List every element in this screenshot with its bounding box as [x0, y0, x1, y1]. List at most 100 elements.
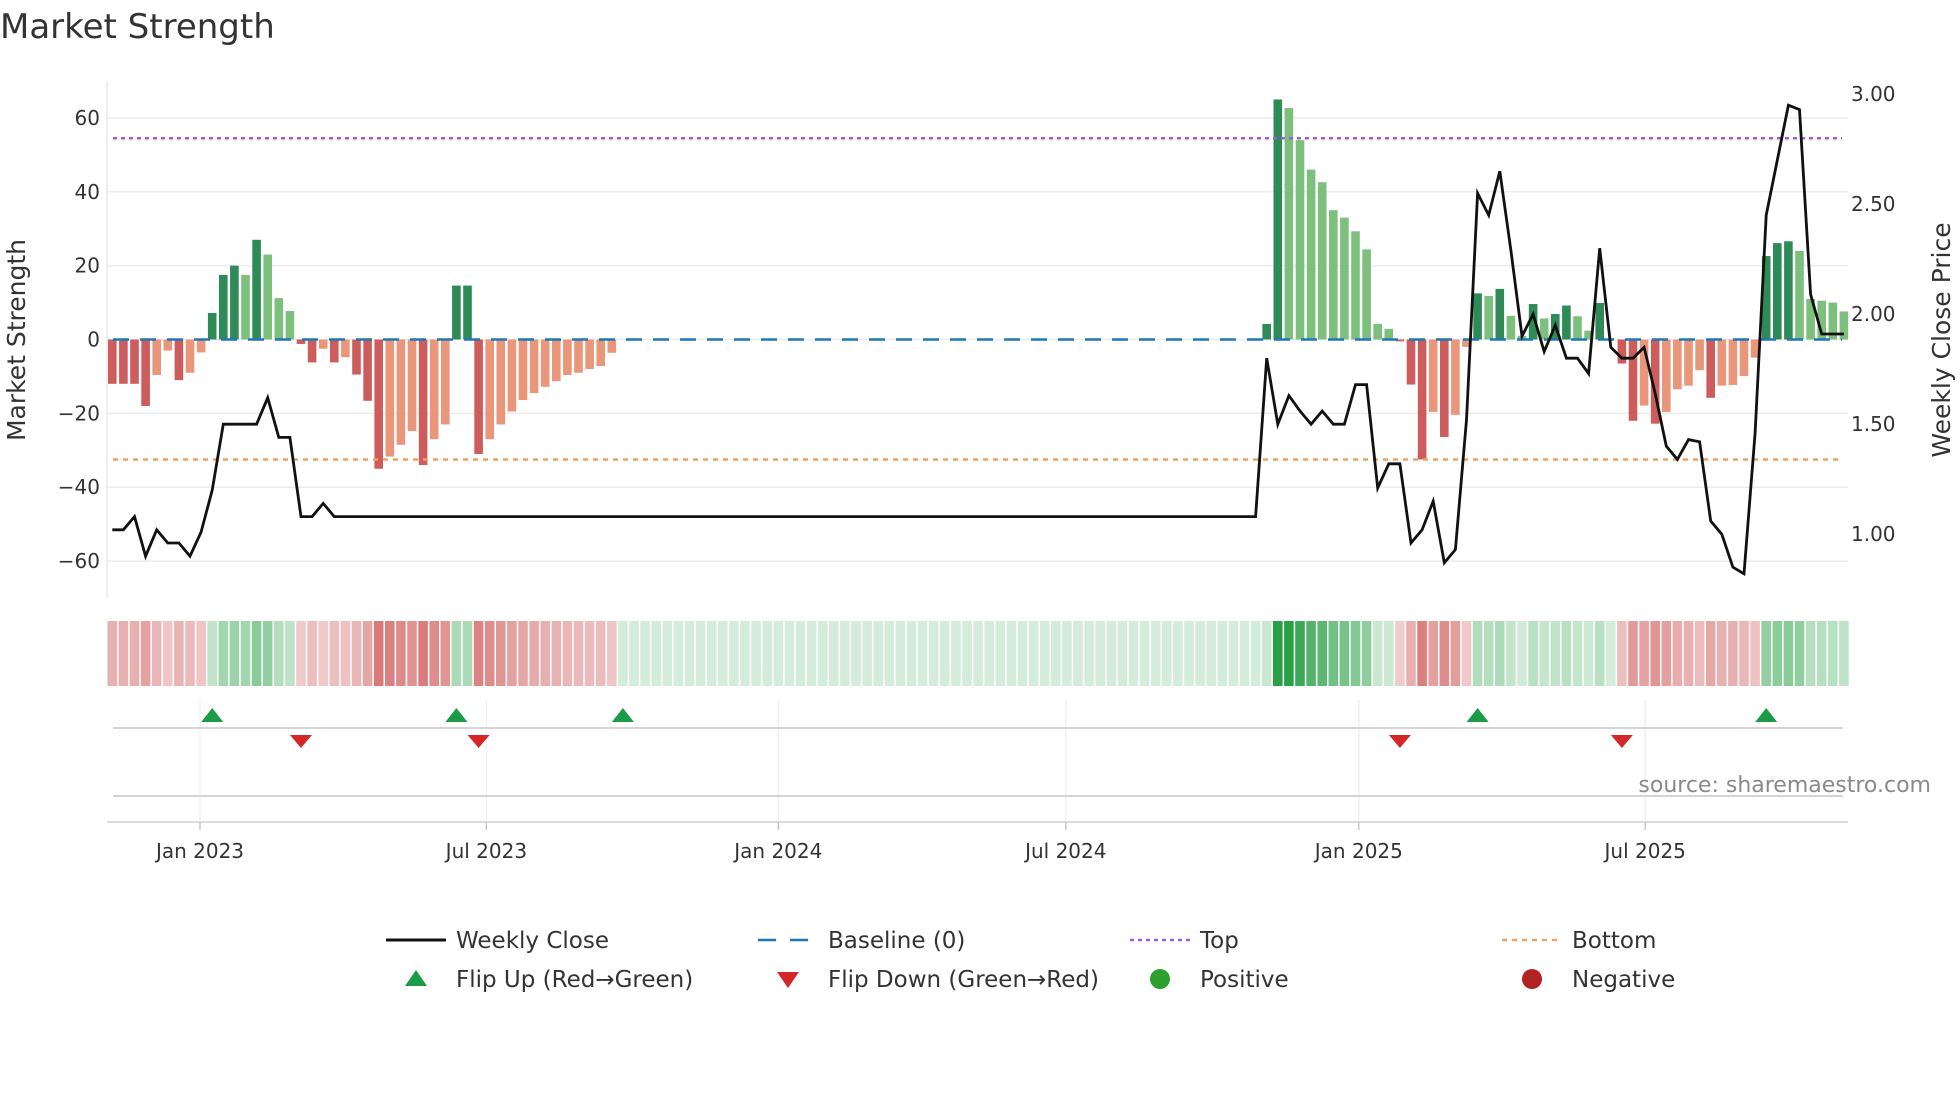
- heat-cell: [1805, 621, 1816, 686]
- heat-cell: [1128, 621, 1139, 686]
- heat-cell: [163, 621, 173, 686]
- heat-cell: [440, 621, 451, 686]
- strength-heat-strip: [107, 621, 1849, 686]
- strength-bar: [330, 339, 339, 363]
- legend-label: Flip Up (Red→Green): [456, 967, 693, 993]
- strength-bar: [1739, 339, 1749, 377]
- y-tick-label: 20: [75, 254, 100, 278]
- heat-cell: [1772, 621, 1783, 686]
- legend-item: Flip Down (Green→Red): [777, 967, 1099, 993]
- strength-bar: [1295, 140, 1305, 340]
- strength-bar: [540, 339, 550, 387]
- strength-bar: [196, 339, 206, 353]
- legend-label: Positive: [1200, 967, 1289, 993]
- market-strength-chart: Market Strength 60 40 20 0 −20 −40 −60 3.00 2.50…: [0, 7, 1956, 993]
- strength-bar: [1362, 249, 1371, 340]
- y2-tick-label: 1.50: [1851, 412, 1896, 436]
- strength-bar: [341, 339, 350, 358]
- heat-cell: [695, 621, 706, 686]
- strength-bar: [1695, 339, 1704, 371]
- heat-cell: [185, 621, 195, 686]
- legend-item: Baseline (0): [758, 928, 965, 954]
- heat-cell: [1173, 621, 1183, 686]
- heat-cell: [1539, 621, 1549, 686]
- strength-bar: [585, 339, 594, 370]
- heat-cell: [1683, 621, 1694, 686]
- strength-bar: [529, 339, 539, 394]
- heat-cell: [962, 621, 972, 686]
- strength-bar: [141, 339, 150, 406]
- strength-bar: [574, 339, 583, 373]
- heat-cell: [1273, 621, 1283, 686]
- heat-cell: [1361, 621, 1372, 686]
- heat-cell: [1139, 621, 1150, 686]
- strength-bar: [1617, 339, 1627, 364]
- flip-markers-panel: [113, 708, 1843, 797]
- heat-cell: [895, 621, 906, 686]
- flip-down-marker: [290, 735, 312, 748]
- heat-cell: [1461, 621, 1472, 686]
- heat-cell: [618, 621, 628, 686]
- heat-cell: [1195, 621, 1205, 686]
- y-tick-label: −20: [58, 401, 100, 425]
- heat-cell: [862, 621, 872, 686]
- heat-cell: [318, 621, 328, 686]
- heat-cell: [1228, 621, 1239, 686]
- strength-bar: [1417, 339, 1427, 460]
- strength-bar: [374, 339, 383, 469]
- legend-item: Negative: [1522, 967, 1675, 993]
- strength-bar: [1773, 243, 1782, 340]
- heat-cell: [1694, 621, 1705, 686]
- heat-cell: [1217, 621, 1228, 686]
- heat-cell: [762, 621, 772, 686]
- flip-up-marker: [1466, 708, 1489, 722]
- heat-cell: [373, 621, 384, 686]
- heat-cell: [274, 621, 284, 686]
- strength-bar: [1351, 231, 1360, 340]
- y2-tick-label: 2.50: [1851, 192, 1896, 216]
- heat-cell: [107, 621, 118, 686]
- strength-bar: [418, 339, 428, 466]
- heat-cell: [629, 621, 639, 686]
- heat-cell: [1239, 621, 1250, 686]
- strength-bar: [274, 298, 284, 340]
- strength-bar: [607, 339, 617, 353]
- heat-cell: [1672, 621, 1683, 686]
- chart-title: Market Strength: [0, 7, 275, 47]
- flip-up-marker: [201, 708, 224, 722]
- heat-cell: [1372, 621, 1383, 686]
- strength-bar: [1728, 339, 1738, 385]
- heat-cell: [1583, 621, 1594, 686]
- heat-cell: [1306, 621, 1316, 686]
- heat-cell: [251, 621, 262, 686]
- heat-cell: [407, 621, 417, 686]
- strength-bar: [307, 339, 317, 363]
- strength-bar: [507, 339, 517, 412]
- strength-bar: [1317, 182, 1327, 340]
- strength-bar: [263, 254, 272, 340]
- heat-cell: [1250, 621, 1261, 686]
- x-tick-label: Jan 2024: [732, 839, 822, 863]
- heat-cell: [1039, 621, 1050, 686]
- strength-bar: [429, 339, 439, 440]
- strength-bar: [485, 339, 494, 440]
- strength-bar: [1706, 339, 1715, 398]
- x-tick-label: Jan 2023: [154, 839, 244, 863]
- heat-cell: [973, 621, 983, 686]
- strength-bar: [1373, 323, 1382, 340]
- heat-cell: [884, 621, 895, 686]
- heat-cell: [840, 621, 850, 686]
- strength-bar: [318, 339, 328, 349]
- heat-cell: [1284, 621, 1294, 686]
- heat-cell: [1728, 621, 1738, 686]
- strength-bar: [1562, 305, 1571, 340]
- heat-cell: [729, 621, 739, 686]
- source-note: source: sharemaestro.com: [1638, 773, 1931, 798]
- heat-cell: [740, 621, 750, 686]
- heat-cell: [1495, 621, 1505, 686]
- legend-label: Flip Down (Green→Red): [828, 967, 1099, 993]
- strength-bar: [174, 339, 184, 381]
- legend-label: Negative: [1572, 967, 1675, 993]
- heat-cell: [340, 621, 351, 686]
- heat-cell: [1572, 621, 1583, 686]
